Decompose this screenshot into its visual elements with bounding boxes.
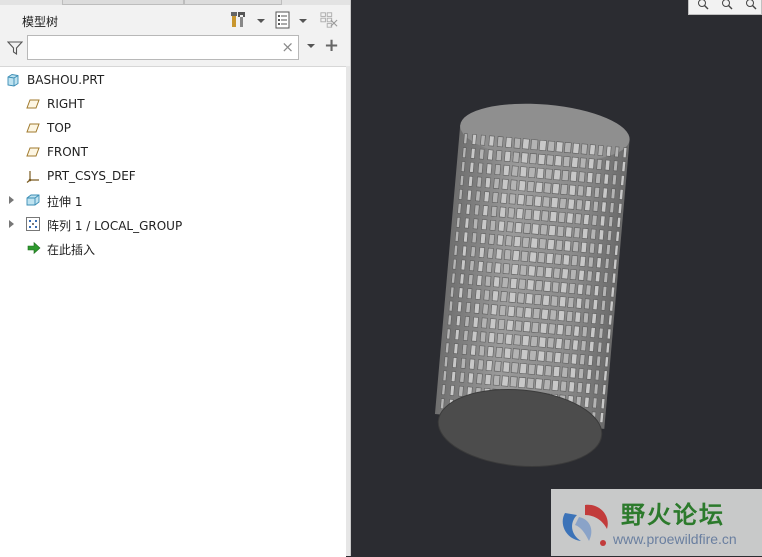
tree-item-label: 拉伸 1 — [47, 195, 83, 209]
model-tree-header: 模型树 — [0, 6, 350, 34]
tree-item-label: TOP — [47, 121, 72, 135]
tab-model-tree[interactable] — [62, 0, 184, 5]
settings-dropdown-arrow[interactable] — [257, 19, 265, 23]
tree-item-label: 在此插入 — [47, 243, 96, 257]
tree-item-label: 阵列 1 / LOCAL_GROUP — [47, 219, 183, 233]
coordinate-system-icon — [26, 171, 39, 183]
model-tree: BASHOU.PRT RIGHT TOP FRONT PRT_CSYS_DEF … — [0, 66, 346, 557]
datum-plane-icon — [26, 147, 40, 157]
show-dropdown-arrow[interactable] — [299, 19, 307, 23]
expand-arrow-icon[interactable] — [9, 220, 14, 228]
tree-item-insert-here[interactable]: 在此插入 — [0, 238, 340, 258]
add-column-button[interactable]: + — [324, 37, 339, 55]
watermark-title: 野火论坛 — [621, 501, 725, 529]
search-input[interactable] — [32, 37, 276, 60]
search-field: × — [27, 35, 299, 60]
graphics-viewport[interactable] — [351, 0, 762, 556]
search-options-dropdown-arrow[interactable] — [307, 44, 315, 48]
tab-secondary[interactable] — [184, 0, 282, 5]
datum-plane-icon — [26, 99, 40, 109]
tree-item-datum-front[interactable]: FRONT — [0, 142, 340, 162]
panel-tabs-strip — [0, 0, 350, 5]
knurled-cylinder-model[interactable] — [351, 0, 762, 556]
tree-item-label: PRT_CSYS_DEF — [47, 169, 136, 183]
tree-item-label: BASHOU.PRT — [27, 73, 105, 87]
extrude-icon — [26, 194, 40, 206]
panel-title: 模型树 — [22, 15, 59, 29]
datum-plane-icon — [26, 123, 40, 133]
filter-icon[interactable] — [7, 40, 23, 56]
tree-scrollbar[interactable] — [346, 66, 350, 556]
clear-search-icon[interactable]: × — [281, 38, 294, 56]
forum-watermark: 野火论坛 www.proewildfire.cn — [551, 489, 762, 556]
show-list-icon[interactable] — [274, 11, 292, 29]
tree-columns-icon[interactable] — [320, 11, 338, 29]
tree-item-datum-top[interactable]: TOP — [0, 118, 340, 138]
tree-item-label: RIGHT — [47, 97, 85, 111]
part-icon — [7, 74, 19, 87]
tree-item-datum-right[interactable]: RIGHT — [0, 94, 340, 114]
tree-item-label: FRONT — [47, 145, 88, 159]
tree-item-pattern[interactable]: 阵列 1 / LOCAL_GROUP — [0, 214, 340, 234]
forum-logo-icon — [562, 504, 608, 546]
expand-arrow-icon[interactable] — [9, 196, 14, 204]
watermark-url: www.proewildfire.cn — [613, 531, 737, 547]
settings-tools-icon[interactable] — [230, 11, 248, 29]
tree-item-extrude[interactable]: 拉伸 1 — [0, 190, 340, 210]
pattern-icon — [26, 217, 40, 231]
insert-here-arrow-icon — [27, 241, 41, 255]
filter-row: × + — [0, 34, 350, 64]
tree-item-csys[interactable]: PRT_CSYS_DEF — [0, 166, 340, 186]
tree-item-part[interactable]: BASHOU.PRT — [0, 70, 340, 90]
model-tree-panel: 模型树 × + BASHOU.PRT RIGHT TOP FRONT PRT_C… — [0, 0, 351, 557]
